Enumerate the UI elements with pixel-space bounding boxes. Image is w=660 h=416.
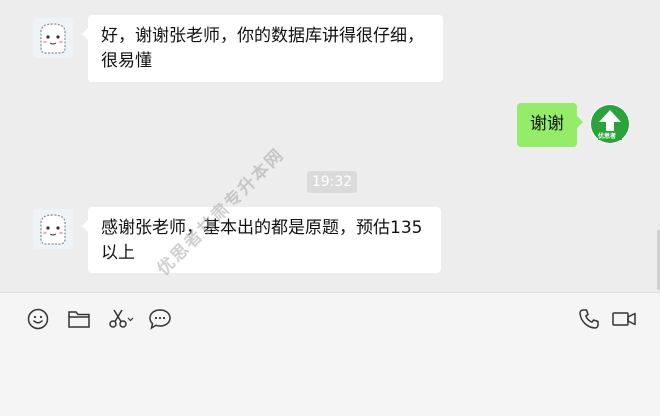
video-icon[interactable] (611, 306, 637, 332)
timestamp: 19:32 (307, 171, 357, 193)
message-bubble-1[interactable]: 好，谢谢张老师，你的数据库讲得很仔细，很易懂 (82, 15, 443, 82)
message-text-2: 谢谢 (530, 114, 564, 134)
message-bubble-2[interactable]: 谢谢 (517, 103, 583, 147)
teacher-avatar[interactable] (33, 18, 73, 58)
chat-area: 好，谢谢张老师，你的数据库讲得很仔细，很易懂 谢谢 优思者 19:32 感谢张老… (0, 0, 660, 292)
phone-icon[interactable] (576, 306, 602, 332)
scissors-icon[interactable] (106, 306, 136, 332)
my-avatar-label: 优思者 (598, 133, 617, 140)
message-text-3: 感谢张老师，基本出的都是原题，预估135以上 (101, 218, 423, 263)
message-text-1: 好，谢谢张老师，你的数据库讲得很仔细，很易懂 (101, 26, 424, 71)
my-avatar[interactable]: 优思者 (590, 104, 630, 144)
teacher-avatar[interactable] (33, 209, 73, 249)
chat-bubble-icon[interactable] (147, 306, 173, 332)
input-toolbar (0, 293, 660, 416)
cartoon-face-icon (33, 209, 73, 249)
message-bubble-3[interactable]: 感谢张老师，基本出的都是原题，预估135以上 (82, 207, 441, 273)
folder-icon[interactable] (66, 306, 92, 332)
cartoon-face-icon (33, 18, 73, 58)
emoji-icon[interactable] (25, 306, 51, 332)
